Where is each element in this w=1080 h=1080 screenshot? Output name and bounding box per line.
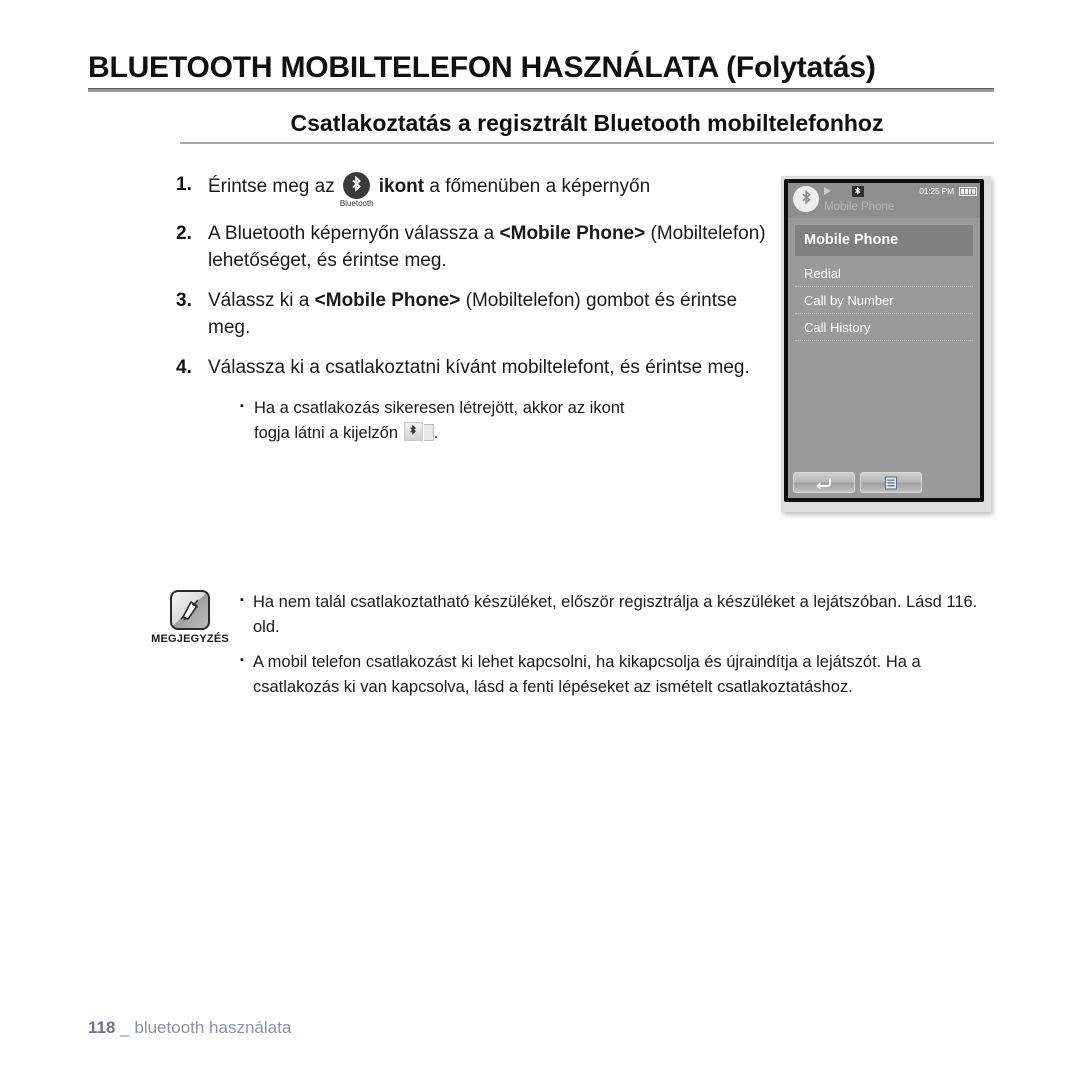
- step-1-text-bold: ikont: [378, 176, 425, 197]
- page-number: 118: [88, 1018, 116, 1037]
- step-number: 2.: [176, 223, 192, 244]
- status-time: 01:25 PM: [919, 186, 954, 196]
- device-menu-list: Mobile Phone Redial Call by Number Call …: [788, 218, 980, 341]
- footer-section: bluetooth használata: [134, 1018, 292, 1037]
- menu-item-call-history[interactable]: Call History: [795, 314, 973, 341]
- page-title: BLUETOOTH MOBILTELEFON HASZNÁLATA (Folyt…: [88, 51, 876, 84]
- step-2: 2. A Bluetooth képernyőn válassza a <Mob…: [176, 221, 776, 275]
- page-footer: 118 _ bluetooth használata: [88, 1018, 291, 1038]
- sub-bullet-text: Ha a csatlakozás sikeresen létrejött, ak…: [254, 396, 776, 447]
- back-softkey[interactable]: [793, 472, 855, 493]
- note-item-text: Ha nem talál csatlakoztatható készüléket…: [253, 593, 978, 637]
- note-icon-group: MEGJEGYZÉS: [140, 588, 240, 645]
- note-label: MEGJEGYZÉS: [151, 633, 229, 645]
- bullet-square-icon: ▪: [240, 399, 244, 412]
- step-number: 4.: [176, 356, 192, 378]
- menu-item-call-by-number[interactable]: Call by Number: [795, 287, 973, 314]
- note-content: ▪ Ha nem talál csatlakoztatható készülék…: [240, 588, 1000, 710]
- step-2-bold: <Mobile Phone>: [499, 223, 646, 244]
- step-3-bold: <Mobile Phone>: [314, 289, 461, 311]
- note-block: MEGJEGYZÉS ▪ Ha nem talál csatlakoztatha…: [140, 588, 1000, 710]
- device-illustration: 01:25 PM Mobile Phone Mobile Phone Redia…: [781, 176, 991, 512]
- bluetooth-status-icon: [403, 422, 423, 442]
- step-4-sub-bullets: ▪ Ha a csatlakozás sikeresen létrejött, …: [240, 396, 776, 447]
- step-2-part1: A Bluetooth képernyőn válassza a: [208, 223, 500, 244]
- menu-item-redial[interactable]: Redial: [795, 260, 973, 287]
- device-screen: 01:25 PM Mobile Phone Mobile Phone Redia…: [788, 183, 980, 498]
- battery-icon: [959, 187, 977, 196]
- play-icon: [824, 187, 831, 195]
- note-pencil-icon: [170, 590, 210, 630]
- step-text: A Bluetooth képernyőn válassza a <Mobile…: [208, 221, 776, 275]
- bluetooth-icon-caption: Bluetooth: [339, 199, 374, 208]
- title-divider: [88, 88, 994, 93]
- step-1-text-before: Érintse meg az: [208, 176, 335, 197]
- bullet-square-icon: ▪: [240, 654, 244, 667]
- sub-bullet-trailing: .: [433, 424, 439, 443]
- sub-bullet-item: ▪ Ha a csatlakozás sikeresen létrejött, …: [240, 396, 776, 447]
- step-number: 3.: [176, 289, 192, 311]
- step-4: 4. Válassza ki a csatlakoztatni kívánt m…: [176, 355, 776, 447]
- section-title: Csatlakoztatás a regisztrált Bluetooth m…: [290, 110, 884, 136]
- sub-bullet-line2: fogja látni a kijelzőn: [254, 424, 399, 443]
- section-divider: [180, 142, 994, 145]
- device-bezel: 01:25 PM Mobile Phone Mobile Phone Redia…: [784, 179, 984, 502]
- step-text: Válassza ki a csatlakoztatni kívánt mobi…: [208, 355, 776, 447]
- page-header: BLUETOOTH MOBILTELEFON HASZNÁLATA (Folyt…: [88, 51, 994, 93]
- bluetooth-badge-icon: [793, 186, 819, 212]
- sub-bullet-line1: Ha a csatlakozás sikeresen létrejött, ak…: [254, 398, 625, 417]
- bullet-square-icon: ▪: [240, 594, 244, 606]
- device-softkey-bar: [793, 472, 975, 493]
- step-1-text-after: a főmenüben a képernyőn: [429, 176, 651, 197]
- step-number: 1.: [176, 174, 192, 195]
- step-3: 3. Válassz ki a <Mobile Phone> (Mobiltel…: [176, 288, 776, 342]
- step-text: Válassz ki a <Mobile Phone> (Mobiltelefo…: [208, 288, 776, 342]
- menu-item-mobile-phone[interactable]: Mobile Phone: [795, 225, 973, 256]
- section-header: Csatlakoztatás a regisztrált Bluetooth m…: [180, 110, 994, 145]
- bluetooth-icon: Bluetooth: [339, 172, 375, 208]
- bluetooth-phone-icon: [852, 186, 864, 197]
- bluetooth-status-icon-tail: [423, 424, 434, 442]
- note-item: ▪ A mobil telefon csatlakozást ki lehet …: [240, 650, 1000, 700]
- step-3-part1: Válassz ki a: [208, 289, 315, 311]
- note-item-text: A mobil telefon csatlakozást ki lehet ka…: [253, 653, 921, 697]
- step-text: Érintse meg az Bluetooth ikont a főmenüben…: [208, 172, 776, 208]
- menu-softkey[interactable]: [860, 472, 922, 493]
- step-1: 1. Érintse meg az Bluetooth ikont a főmenü…: [176, 172, 776, 208]
- instruction-steps: 1. Érintse meg az Bluetooth ikont a főmenü…: [176, 172, 776, 460]
- step-4-part1: Válassza ki a csatlakoztatni kívánt mobi…: [208, 356, 750, 378]
- footer-separator: _: [120, 1018, 130, 1037]
- note-item: ▪ Ha nem talál csatlakoztatható készülék…: [240, 590, 1000, 640]
